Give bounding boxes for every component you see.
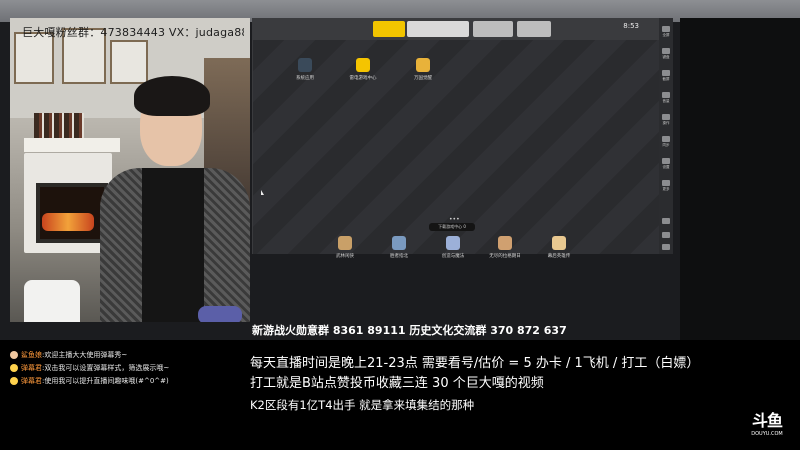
- game-icon: [552, 236, 566, 250]
- game-icon: [498, 236, 512, 250]
- douyu-url: DOUYU.COM: [751, 431, 783, 437]
- shelf: [24, 138, 120, 152]
- stream-notice-schedule: 每天直播时间是晚上21-23点 需要看号/估价 = 5 办卡 / 1飞机 / 打…: [250, 356, 700, 371]
- emulator-logo: [373, 21, 405, 37]
- app-system[interactable]: 系统应用: [285, 58, 325, 81]
- grid-icon: [298, 58, 312, 72]
- app-rise-of-kingdoms[interactable]: 万国觉醒: [403, 58, 443, 81]
- mouse-cursor-icon: [261, 190, 264, 195]
- more-icon[interactable]: [662, 180, 670, 186]
- app-chuangzao[interactable]: 创造与魔法: [433, 236, 473, 259]
- app-wulin[interactable]: 武林闲侠: [325, 236, 365, 259]
- avatar: [10, 364, 18, 372]
- emulator-screen[interactable]: 系统应用 雷电游戏中心 万国觉醒 ••• 下载游戏中心 0 武林闲侠 胜者指北 …: [253, 40, 659, 259]
- game-icon: [446, 236, 460, 250]
- game-icon: [392, 236, 406, 250]
- download-bar[interactable]: 下载游戏中心 0: [429, 223, 475, 231]
- operation-icon[interactable]: [662, 114, 670, 120]
- emulator-tab[interactable]: [473, 21, 513, 37]
- sync-icon[interactable]: [662, 136, 670, 142]
- right-dark-panel: [680, 18, 800, 340]
- fire: [42, 213, 94, 231]
- danmu-message: 鲨鱼娘:欢迎主播大大使用弹幕秀~: [10, 350, 245, 360]
- group-info-bar: 新游战火勋意群 8361 89111 历史文化交流群 370 872 637: [252, 324, 567, 337]
- streamer-sweater: [142, 168, 204, 322]
- emulator-window: 8:53 系统应用 雷电游戏中心 万国觉醒 ••• 下载游戏中心 0 武林闲侠 …: [252, 18, 673, 259]
- app-shengzhe[interactable]: 胜者指北: [379, 236, 419, 259]
- emulator-tab[interactable]: [517, 21, 551, 37]
- game-icon: [338, 236, 352, 250]
- fan-group-text: 巨大嘎粉丝群：473834443 VX：judaga8848: [22, 26, 244, 39]
- emulator-tab[interactable]: [407, 21, 469, 37]
- home-icon[interactable]: [662, 232, 670, 238]
- streamer-hair: [134, 76, 210, 116]
- gamepad-icon: [356, 58, 370, 72]
- emulator-sidebar: 全屏 键盘 截屏 音量 操作 同步 设置 更多: [659, 18, 673, 254]
- game-controller: [198, 306, 242, 322]
- app-game-center[interactable]: 雷电游戏中心: [343, 58, 383, 81]
- back-icon[interactable]: [662, 218, 670, 224]
- stream-notice-k2: K2区段有1亿T4出手 就是拿来填集结的那种: [250, 398, 475, 412]
- douyu-logo-mark: 斗鱼: [751, 411, 783, 430]
- app-muhou[interactable]: 幕后英雄传: [539, 236, 579, 259]
- douyu-logo: 斗鱼 DOUYU.COM: [744, 412, 790, 442]
- webcam-feed: [10, 18, 250, 322]
- app-lagrange[interactable]: 无尽的拉格朗日: [485, 236, 525, 259]
- screenshot-icon[interactable]: [662, 70, 670, 76]
- game-icon: [416, 58, 430, 72]
- settings-icon[interactable]: [662, 158, 670, 164]
- status-time: 8:53: [623, 22, 639, 30]
- bottles: [34, 113, 84, 139]
- wall-picture: [110, 40, 148, 84]
- stream-notice-work: 打工就是B站点赞投币收藏三连 30 个巨大嘎的视频: [250, 376, 544, 391]
- fullscreen-icon[interactable]: [662, 26, 670, 32]
- emulator-title-bar: 8:53: [253, 18, 659, 40]
- cup: [24, 280, 80, 322]
- avatar: [10, 351, 18, 359]
- danmu-message: 弹幕君:双击我可以设置弹幕样式，筛选展示哦~: [10, 363, 245, 373]
- avatar: [10, 377, 18, 385]
- page-dots: •••: [449, 216, 460, 223]
- volume-icon[interactable]: [662, 92, 670, 98]
- recent-apps-icon[interactable]: [662, 244, 670, 250]
- keyboard-icon[interactable]: [662, 48, 670, 54]
- danmu-message: 弹幕君:使用我可以提升直播间趣味哦(#^0^#): [10, 376, 245, 386]
